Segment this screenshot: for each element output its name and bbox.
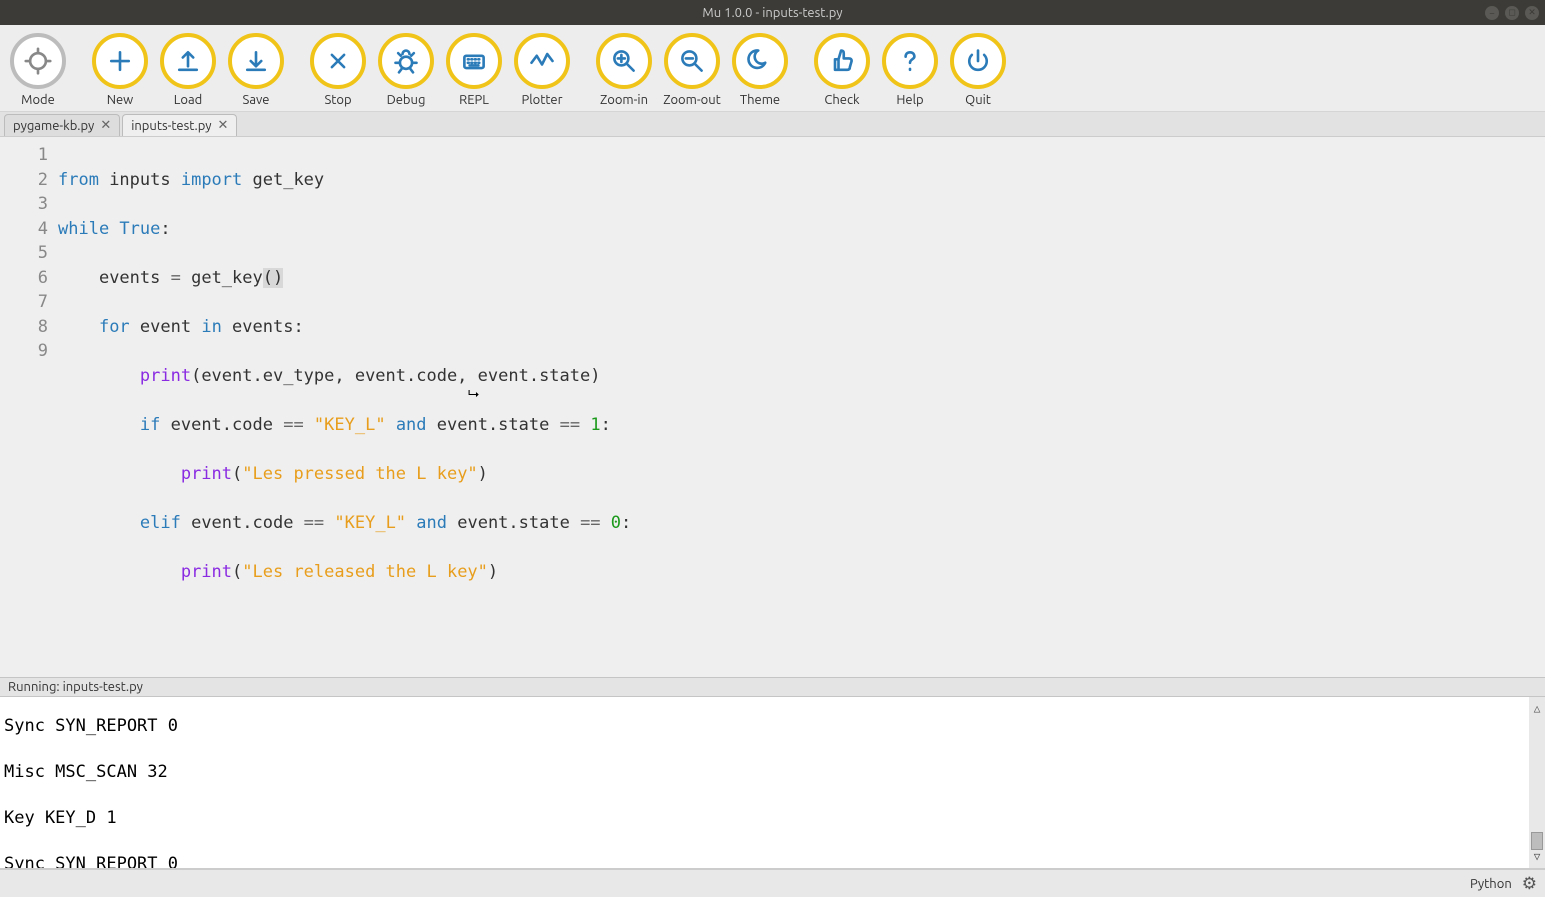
code-line: for event in events: [58, 315, 1545, 340]
output-panel[interactable]: Sync SYN_REPORT 0 Misc MSC_SCAN 32 Key K… [0, 697, 1545, 869]
titlebar: Mu 1.0.0 - inputs-test.py – ◻ ✕ [0, 0, 1545, 25]
plus-icon [92, 33, 148, 89]
repl-label: REPL [459, 93, 489, 107]
plotter-label: Plotter [521, 93, 562, 107]
code-line: events = get_key() [58, 266, 1545, 291]
stop-label: Stop [324, 93, 351, 107]
zoom-out-label: Zoom-out [663, 93, 721, 107]
line-number: 2 [0, 168, 48, 193]
thumbs-up-icon [814, 33, 870, 89]
theme-label: Theme [740, 93, 780, 107]
code-line: elif event.code == "KEY_L" and event.sta… [58, 511, 1545, 536]
moon-icon [732, 33, 788, 89]
line-number: 3 [0, 192, 48, 217]
plotter-button[interactable]: Plotter [508, 31, 576, 111]
code-area[interactable]: from inputs import get_key while True: e… [58, 137, 1545, 677]
output-line: Key KEY_D 1 [4, 807, 1541, 830]
new-label: New [107, 93, 134, 107]
status-language: Python [1470, 877, 1512, 891]
tab-pygame-kb[interactable]: pygame-kb.py ✕ [4, 114, 120, 136]
code-editor[interactable]: 1 2 3 4 5 6 7 8 9 from inputs import get… [0, 137, 1545, 677]
stop-icon [310, 33, 366, 89]
line-number: 7 [0, 290, 48, 315]
runner-label: Running: inputs-test.py [8, 680, 143, 694]
tab-bar: pygame-kb.py ✕ inputs-test.py ✕ [0, 112, 1545, 137]
gear-icon[interactable]: ⚙ [1522, 874, 1537, 894]
output-line: Misc MSC_SCAN 32 [4, 761, 1541, 784]
theme-button[interactable]: Theme [726, 31, 794, 111]
stop-button[interactable]: Stop [304, 31, 372, 111]
code-line: while True: [58, 217, 1545, 242]
debug-label: Debug [387, 93, 426, 107]
repl-button[interactable]: REPL [440, 31, 508, 111]
bug-icon [378, 33, 434, 89]
line-number: 1 [0, 143, 48, 168]
runner-bar: Running: inputs-test.py [0, 677, 1545, 697]
maximize-icon[interactable]: ◻ [1505, 6, 1519, 20]
zoom-in-icon [596, 33, 652, 89]
mouse-cursor-icon: ⮡ [468, 382, 479, 407]
line-number: 4 [0, 217, 48, 242]
minimize-icon[interactable]: – [1485, 6, 1499, 20]
help-button[interactable]: Help [876, 31, 944, 111]
scrollbar[interactable]: △ ▽ [1529, 697, 1545, 868]
zoom-out-icon [664, 33, 720, 89]
line-number: 6 [0, 266, 48, 291]
output-lines: Sync SYN_REPORT 0 Misc MSC_SCAN 32 Key K… [4, 697, 1541, 869]
mode-button[interactable]: Mode [4, 31, 72, 111]
line-number: 9 [0, 339, 48, 364]
zoom-in-label: Zoom-in [600, 93, 648, 107]
keyboard-icon [446, 33, 502, 89]
scroll-thumb[interactable] [1531, 832, 1543, 850]
tab-label: inputs-test.py [131, 119, 211, 133]
check-button[interactable]: Check [808, 31, 876, 111]
load-label: Load [174, 93, 203, 107]
new-button[interactable]: New [86, 31, 154, 111]
line-number: 8 [0, 315, 48, 340]
close-icon[interactable]: ✕ [100, 118, 111, 133]
code-line: if event.code == "KEY_L" and event.state… [58, 413, 1545, 438]
line-gutter: 1 2 3 4 5 6 7 8 9 [0, 137, 58, 677]
code-line: print(event.ev_type, event.code, event.s… [58, 364, 1545, 389]
close-icon[interactable]: ✕ [218, 118, 229, 133]
plotter-icon [514, 33, 570, 89]
line-number: 5 [0, 241, 48, 266]
check-label: Check [824, 93, 859, 107]
download-icon [228, 33, 284, 89]
status-bar: Python ⚙ [0, 869, 1545, 897]
close-window-icon[interactable]: ✕ [1525, 6, 1539, 20]
output-line: Sync SYN_REPORT 0 [4, 715, 1541, 738]
zoom-out-button[interactable]: Zoom-out [658, 31, 726, 111]
upload-icon [160, 33, 216, 89]
window-controls: – ◻ ✕ [1485, 6, 1539, 20]
mode-label: Mode [21, 93, 55, 107]
debug-button[interactable]: Debug [372, 31, 440, 111]
code-line: from inputs import get_key [58, 168, 1545, 193]
window-title: Mu 1.0.0 - inputs-test.py [702, 6, 842, 20]
help-label: Help [896, 93, 923, 107]
load-button[interactable]: Load [154, 31, 222, 111]
mode-icon [10, 33, 66, 89]
output-line: Sync SYN_REPORT 0 [4, 853, 1541, 869]
save-button[interactable]: Save [222, 31, 290, 111]
code-line: print("Les released the L key") [58, 560, 1545, 585]
quit-label: Quit [965, 93, 991, 107]
code-line: print("Les pressed the L key") [58, 462, 1545, 487]
help-icon [882, 33, 938, 89]
toolbar: Mode New Load Save Stop [0, 25, 1545, 112]
scroll-up-icon[interactable]: △ [1534, 697, 1541, 720]
save-label: Save [243, 93, 270, 107]
power-icon [950, 33, 1006, 89]
tab-label: pygame-kb.py [13, 119, 94, 133]
zoom-in-button[interactable]: Zoom-in [590, 31, 658, 111]
quit-button[interactable]: Quit [944, 31, 1012, 111]
tab-inputs-test[interactable]: inputs-test.py ✕ [122, 114, 237, 136]
